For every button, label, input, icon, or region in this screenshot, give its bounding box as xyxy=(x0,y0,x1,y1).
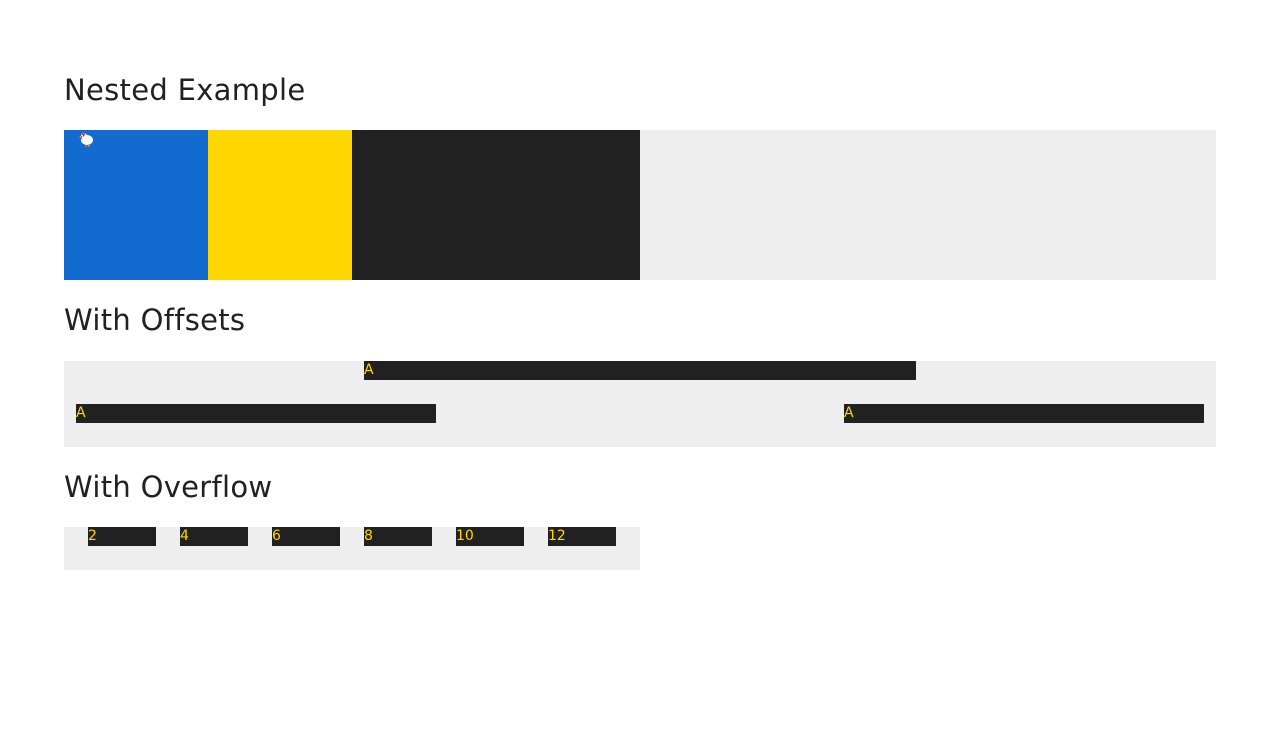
nested-example-panel xyxy=(64,130,1216,280)
nested-yellow-block xyxy=(208,130,352,280)
offset-right-item: A xyxy=(844,404,1204,423)
nested-example-heading: Nested Example xyxy=(64,73,306,107)
with-offsets-panel: A A A xyxy=(64,361,1216,447)
page: Nested Example With Offsets A A A With O… xyxy=(0,0,1280,746)
overflow-item: 6 xyxy=(272,527,340,546)
with-offsets-heading: With Offsets xyxy=(64,303,246,337)
with-overflow-heading: With Overflow xyxy=(64,470,273,504)
nested-blue-block xyxy=(64,130,208,280)
overflow-item: 8 xyxy=(364,527,432,546)
with-overflow-panel: 2 4 6 8 10 12 xyxy=(64,527,640,570)
chicken-icon xyxy=(79,132,93,147)
nested-black-block xyxy=(352,130,640,280)
overflow-item: 10 xyxy=(456,527,524,546)
overflow-item: 2 xyxy=(88,527,156,546)
overflow-item: 4 xyxy=(180,527,248,546)
offset-top-item: A xyxy=(364,361,916,380)
overflow-item: 12 xyxy=(548,527,616,546)
offset-left-item: A xyxy=(76,404,436,423)
